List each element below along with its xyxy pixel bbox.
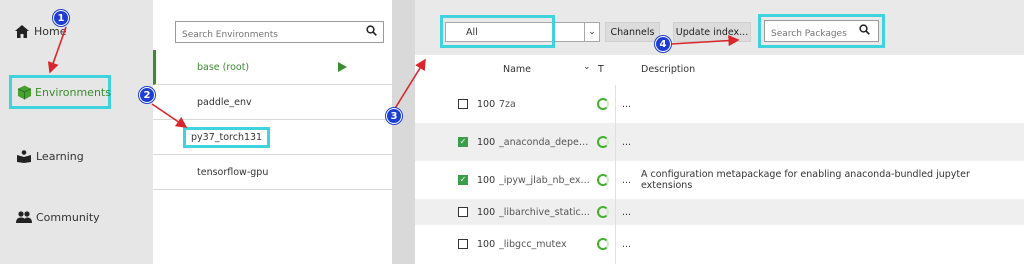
sort-chevron-icon[interactable]: ⌄ (583, 62, 591, 72)
play-icon[interactable] (338, 62, 347, 72)
package-version: 100 (477, 174, 496, 186)
package-checkbox[interactable] (458, 99, 468, 109)
home-icon (13, 23, 31, 39)
nav-item-label: Home (34, 24, 67, 38)
package-more[interactable]: ... (622, 175, 631, 186)
package-name: _ipyw_jlab_nb_ex... (499, 174, 590, 186)
column-divider (615, 85, 616, 264)
package-more[interactable]: ... (622, 137, 631, 148)
channels-button[interactable]: Channels (605, 22, 660, 42)
panel-divider[interactable] (393, 0, 415, 264)
annotation-badge-3: 3 (386, 108, 402, 124)
search-icon[interactable] (366, 25, 377, 39)
book-icon (15, 148, 33, 164)
environment-list: base (root) paddle_env py37_torch131 ten… (153, 50, 392, 190)
package-name: _libgcc_mutex (499, 238, 567, 250)
nav-item-community[interactable]: Community (0, 207, 153, 227)
chevron-down-icon[interactable]: ⌄ (584, 23, 599, 41)
env-item-tensorflow-gpu[interactable]: tensorflow-gpu (153, 155, 392, 190)
search-environments-field[interactable] (175, 21, 384, 45)
search-highlight (758, 14, 885, 48)
status-ring-icon (597, 174, 609, 186)
packages-toolbar: All ⌄ Channels Update index... (415, 0, 1024, 55)
people-icon (15, 209, 33, 225)
annotation-badge-1: 1 (53, 10, 69, 26)
cube-icon (17, 84, 32, 100)
package-more[interactable]: ... (622, 239, 631, 250)
package-checkbox[interactable] (458, 207, 468, 217)
env-item-base-root[interactable]: base (root) (153, 50, 392, 85)
package-more[interactable]: ... (622, 207, 631, 218)
nav-item-home[interactable]: Home (0, 20, 153, 42)
environments-panel: base (root) paddle_env py37_torch131 ten… (153, 0, 393, 264)
package-name: 7za (499, 98, 516, 110)
column-header-type[interactable]: T (598, 64, 604, 75)
package-version: 100 (477, 136, 496, 148)
nav-item-environments[interactable]: Environments (9, 75, 111, 109)
package-name: _anaconda_depends (499, 136, 591, 148)
env-item-label: base (root) (197, 61, 250, 73)
package-checkbox[interactable]: ✓ (458, 137, 468, 147)
package-description: A configuration metapackage for enabling… (641, 169, 970, 191)
column-header-description[interactable]: Description (641, 64, 695, 75)
update-index-button[interactable]: Update index... (673, 22, 751, 42)
env-item-paddle-env[interactable]: paddle_env (153, 85, 392, 120)
nav-item-learning[interactable]: Learning (0, 146, 153, 166)
status-ring-icon (597, 98, 609, 110)
anaconda-navigator-window: { "nav": { "items": [ {"label": "Home", … (0, 0, 1024, 264)
annotation-badge-2: 2 (139, 87, 155, 103)
search-environments-input[interactable] (176, 25, 356, 45)
status-ring-icon (597, 136, 609, 148)
nav-item-label: Learning (36, 149, 84, 163)
env-item-label: py37_torch131 (183, 126, 271, 148)
package-version: 100 (477, 238, 496, 250)
status-ring-icon (597, 206, 609, 218)
package-checkbox[interactable]: ✓ (458, 175, 468, 185)
table-row[interactable]: ✓ 100 _anaconda_depends ... (415, 123, 1024, 161)
nav-item-label: Community (36, 210, 100, 224)
table-row[interactable]: 100 _libgcc_mutex ... (415, 225, 1024, 263)
package-version: 100 (477, 206, 496, 218)
env-item-label: tensorflow-gpu (197, 166, 269, 178)
env-item-label: paddle_env (197, 96, 252, 108)
packages-table-header: Name ⌄ T Description (415, 55, 1024, 85)
status-ring-icon (597, 238, 609, 250)
env-item-py37-torch131[interactable]: py37_torch131 (153, 120, 392, 155)
left-nav: Home Environments Learning Community (0, 0, 153, 264)
package-more[interactable]: ... (622, 99, 631, 110)
table-row[interactable]: ✓ 100 _ipyw_jlab_nb_ex... ... A configur… (415, 161, 1024, 199)
table-row[interactable]: 100 7za ... (415, 85, 1024, 123)
package-name: _libarchive_static... (499, 206, 590, 218)
package-checkbox[interactable] (458, 239, 468, 249)
annotation-badge-4: 4 (655, 36, 671, 52)
filter-highlight (440, 15, 555, 48)
packages-panel: All ⌄ Channels Update index... Name ⌄ T … (393, 0, 1024, 264)
table-row[interactable]: 100 _libarchive_static... ... (415, 199, 1024, 225)
package-version: 100 (477, 98, 496, 110)
nav-item-label: Environments (35, 85, 111, 99)
column-header-name[interactable]: Name (503, 64, 531, 75)
